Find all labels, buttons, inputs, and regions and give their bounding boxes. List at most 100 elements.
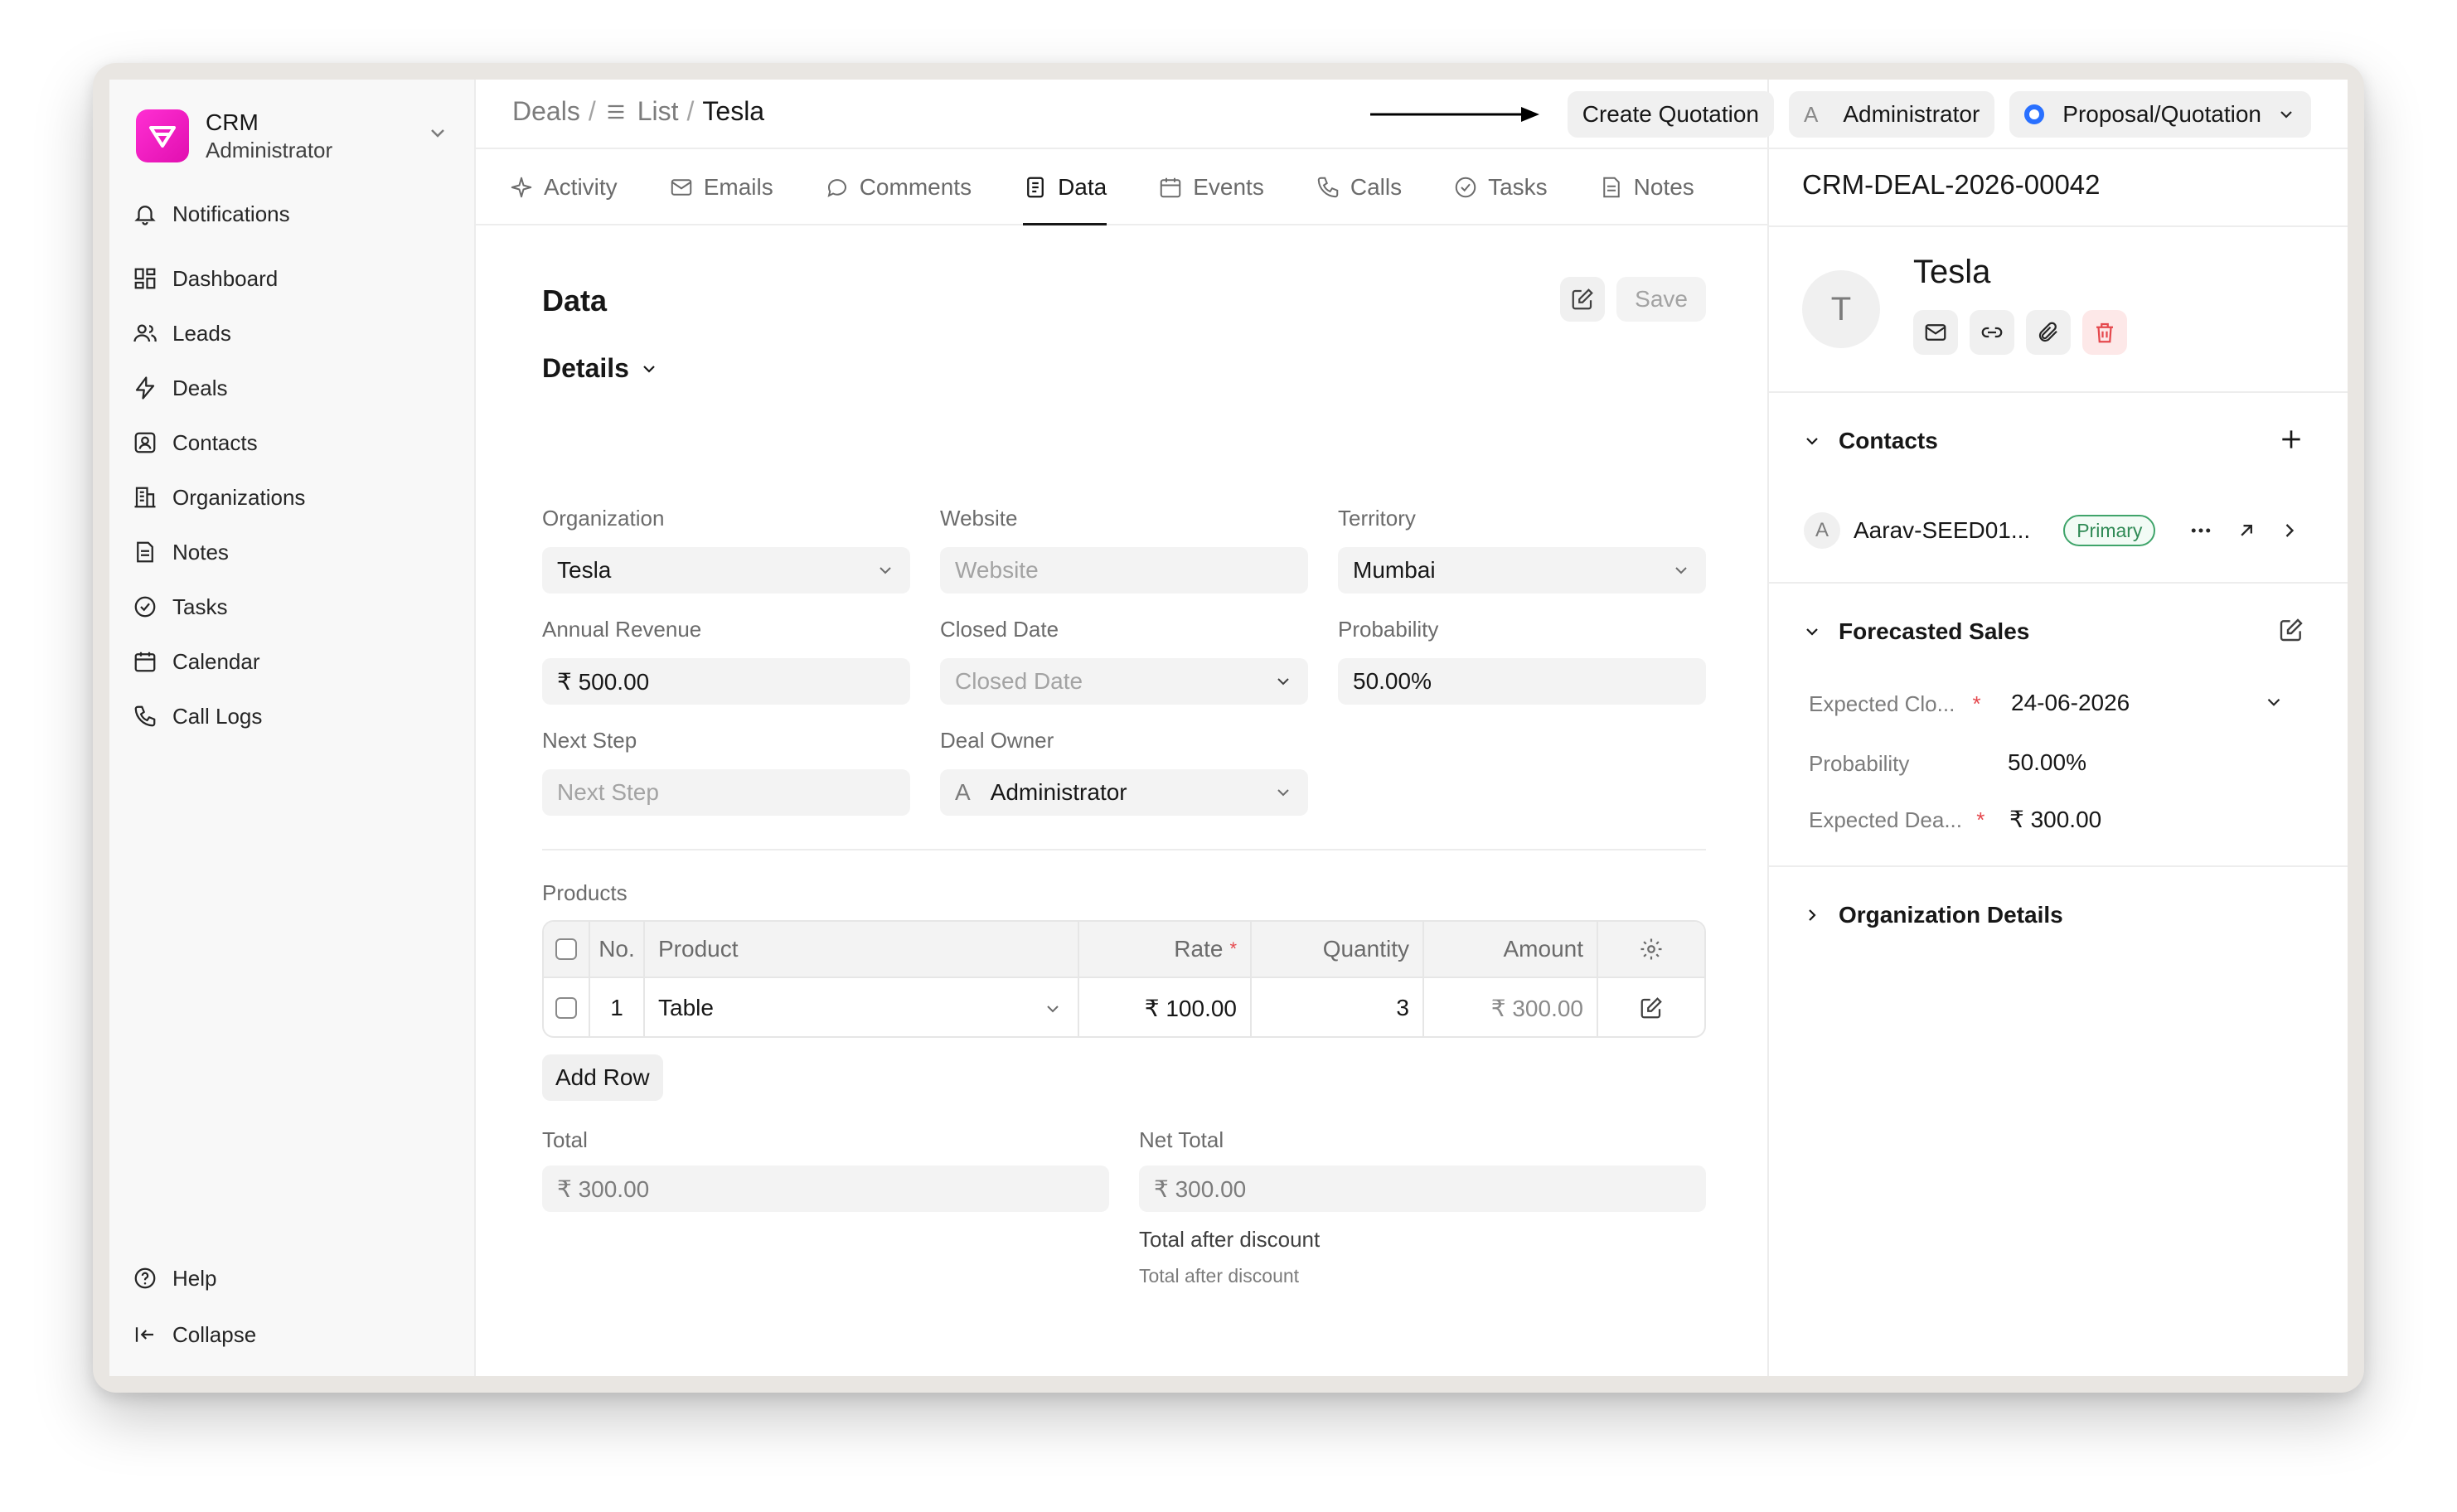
products-table: No. Product Rate * Quantity Amount 1 Tab… — [542, 920, 1706, 1038]
sidebar-item-notes[interactable]: Notes — [133, 529, 456, 575]
chevron-down-icon — [880, 567, 891, 574]
dashboard-icon — [134, 268, 156, 289]
app-window: CRM Administrator Notifications Dashboar… — [109, 80, 2348, 1376]
territory-select[interactable]: Mumbai — [1338, 547, 1706, 594]
tab-calls[interactable]: Calls — [1316, 151, 1402, 224]
tab-notes[interactable]: Notes — [1599, 151, 1694, 224]
tab-comments[interactable]: Comments — [825, 151, 972, 224]
expected-deal-value[interactable]: ₹ 300.00 — [2009, 806, 2101, 833]
tab-data[interactable]: Data — [1023, 151, 1107, 225]
sidebar-item-notifications[interactable]: Notifications — [133, 191, 456, 237]
sidebar-item-deals[interactable]: Deals — [133, 365, 456, 411]
owner-dropdown[interactable]: A Administrator — [1789, 91, 1995, 138]
sidebar-collapse[interactable]: Collapse — [133, 1311, 456, 1358]
panel-actions: Save — [1560, 277, 1706, 322]
status-dropdown[interactable]: Proposal/Quotation — [2009, 91, 2311, 138]
external-link-icon[interactable] — [2235, 519, 2258, 542]
organization-details-toggle[interactable]: Organization Details — [1802, 902, 2063, 928]
next-step-input[interactable]: Next Step — [542, 769, 910, 816]
probability-input[interactable]: 50.00% — [1338, 658, 1706, 705]
tab-activity[interactable]: Activity — [509, 151, 618, 224]
sidebar-item-calendar[interactable]: Calendar — [133, 638, 456, 685]
field-label: Territory — [1338, 506, 1416, 531]
tab-label: Data — [1058, 174, 1107, 200]
field-value: 24-06-2026 — [2011, 690, 2130, 715]
field-value: Mumbai — [1353, 557, 1436, 583]
closed-date-picker[interactable]: Closed Date — [940, 658, 1308, 705]
contacts-section-toggle[interactable]: Contacts — [1802, 428, 1938, 454]
more-icon[interactable] — [2188, 518, 2213, 543]
tab-label: Emails — [703, 174, 773, 200]
field-label: Deal Owner — [940, 728, 1054, 753]
add-row-button[interactable]: Add Row — [542, 1054, 663, 1101]
cell-value: Table — [658, 995, 714, 1020]
total-field: ₹ 300.00 — [542, 1166, 1109, 1212]
gear-icon[interactable] — [1639, 937, 1664, 962]
panel-title: Data — [542, 284, 608, 317]
avatar[interactable]: T — [1802, 270, 1880, 348]
table-cell — [1598, 978, 1704, 1036]
delete-button[interactable] — [2082, 310, 2127, 355]
quantity-input[interactable]: 3 — [1252, 978, 1424, 1036]
sidebar-item-tasks[interactable]: Tasks — [133, 584, 456, 630]
sidebar-item-dashboard[interactable]: Dashboard — [133, 255, 456, 302]
chevron-down-icon — [2267, 698, 2280, 706]
products-label: Products — [542, 880, 628, 905]
plus-icon[interactable] — [2278, 426, 2304, 453]
breadcrumb-list[interactable]: List — [637, 96, 679, 127]
tab-label: Notes — [1633, 174, 1694, 200]
help-label: Help — [172, 1265, 217, 1291]
building-icon — [134, 487, 156, 508]
sidebar-item-call-logs[interactable]: Call Logs — [133, 693, 456, 739]
collapse-label: Collapse — [172, 1321, 257, 1347]
deal-owner-select[interactable]: A Administrator — [940, 769, 1308, 816]
sidebar-item-organizations[interactable]: Organizations — [133, 474, 456, 521]
tab-emails[interactable]: Emails — [669, 151, 773, 224]
chevron-right-icon[interactable] — [2278, 519, 2301, 542]
link-button[interactable] — [1970, 310, 2014, 355]
contact-item[interactable]: A Aarav-SEED01... Primary — [1804, 506, 2309, 555]
forecast-section-toggle[interactable]: Forecasted Sales — [1802, 618, 2029, 645]
email-button[interactable] — [1913, 310, 1958, 355]
annual-revenue-input[interactable]: ₹ 500.00 — [542, 658, 910, 705]
sidebar-item-label: Contacts — [172, 429, 258, 455]
table-cell — [544, 978, 590, 1036]
tab-tasks[interactable]: Tasks — [1453, 151, 1548, 224]
column-label: Rate — [1174, 936, 1224, 962]
expected-close-date-picker[interactable]: 24-06-2026 — [2011, 690, 2285, 716]
quick-actions — [1913, 310, 2139, 355]
details-section-toggle[interactable]: Details — [542, 353, 659, 384]
sidebar-item-help[interactable]: Help — [133, 1255, 456, 1301]
sidebar-item-leads[interactable]: Leads — [133, 310, 456, 356]
edit-icon[interactable] — [1639, 996, 1664, 1020]
save-button[interactable]: Save — [1616, 277, 1706, 322]
breadcrumb-deals[interactable]: Deals — [512, 96, 580, 127]
organization-select[interactable]: Tesla — [542, 547, 910, 594]
chevron-down-icon — [643, 365, 655, 373]
row-checkbox[interactable] — [555, 997, 577, 1019]
attach-button[interactable] — [2026, 310, 2071, 355]
expected-close-label: Expected Clo... * — [1809, 691, 1981, 717]
sidebar-item-contacts[interactable]: Contacts — [133, 419, 456, 466]
deal-owner-field: Deal Owner A Administrator — [940, 728, 1308, 816]
brand-switcher[interactable]: CRM Administrator — [136, 103, 456, 169]
edit-icon[interactable] — [2278, 617, 2304, 643]
brand-subtitle: Administrator — [206, 138, 333, 163]
website-input[interactable]: Website — [940, 547, 1308, 594]
select-all-checkbox[interactable] — [555, 938, 577, 960]
product-select[interactable]: Table — [645, 978, 1079, 1036]
rate-input[interactable]: ₹ 100.00 — [1079, 978, 1252, 1036]
collapse-icon — [135, 1327, 153, 1342]
mail-icon — [1925, 324, 1946, 341]
field-placeholder: Closed Date — [955, 668, 1083, 694]
edit-layout-button[interactable] — [1560, 277, 1606, 322]
chevron-down-icon — [1675, 567, 1687, 574]
create-quotation-button[interactable]: Create Quotation — [1567, 91, 1774, 138]
tab-label: Comments — [859, 174, 972, 200]
breadcrumb-current: Tesla — [702, 96, 765, 126]
table-header: No. Product Rate * Quantity Amount — [544, 922, 1704, 976]
tab-label: Activity — [544, 174, 618, 200]
tab-events[interactable]: Events — [1158, 151, 1264, 224]
probability-value[interactable]: 50.00% — [2008, 749, 2086, 776]
net-total-label: Net Total — [1139, 1127, 1224, 1152]
